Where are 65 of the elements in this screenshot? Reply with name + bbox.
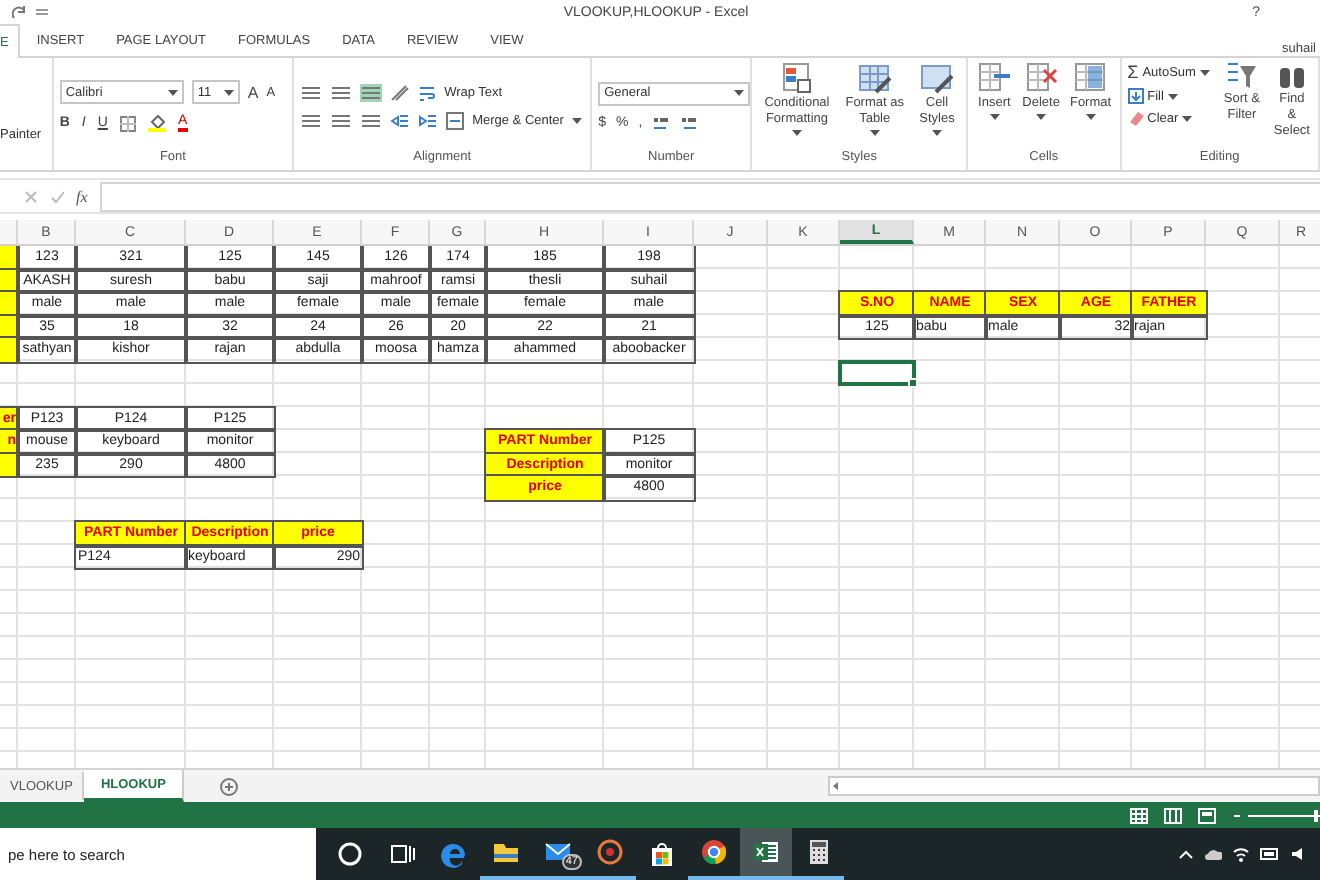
decrease-indent-icon[interactable] — [390, 111, 411, 129]
insert-cells-icon — [976, 62, 1013, 94]
redo-icon[interactable] — [12, 5, 28, 19]
caret-icon — [791, 130, 802, 136]
conditional-format-icon — [778, 62, 815, 94]
wifi-icon[interactable] — [1232, 846, 1250, 862]
middle-align-icon[interactable] — [330, 83, 353, 101]
table-format-icon — [856, 62, 893, 94]
merge-center-icon[interactable] — [446, 111, 465, 129]
caret-icon — [989, 114, 1000, 120]
chevron-up-icon[interactable] — [1178, 848, 1194, 860]
folder-icon[interactable] — [492, 838, 520, 866]
shopping-bag-icon[interactable] — [648, 840, 676, 868]
cloud-icon[interactable] — [1204, 847, 1222, 861]
autosum-icon: Σ — [1127, 62, 1139, 82]
align-center-icon[interactable] — [330, 111, 353, 129]
top-align-icon[interactable] — [300, 83, 323, 101]
cell-styles-icon — [918, 62, 955, 94]
add-sheet-icon[interactable] — [219, 777, 238, 795]
caret-icon — [1167, 93, 1178, 99]
caret-icon — [167, 89, 178, 95]
edge-browser-icon[interactable] — [440, 840, 468, 868]
insert-function-button[interactable]: fx — [76, 187, 88, 205]
delete-cells-icon — [1023, 62, 1060, 94]
task-view-icon[interactable] — [388, 840, 416, 868]
fill-down-icon[interactable] — [1127, 88, 1144, 104]
spreadsheet-app-icon[interactable] — [752, 838, 780, 866]
caret-icon — [1182, 115, 1193, 121]
zoom-slider-icon[interactable] — [1232, 807, 1320, 823]
formula-input[interactable] — [99, 181, 1320, 211]
scroll-left-icon[interactable] — [830, 780, 842, 792]
music-disc-icon[interactable] — [596, 838, 624, 866]
customize-toolbar-icon[interactable] — [36, 6, 48, 18]
borders-icon[interactable] — [119, 115, 136, 131]
horizontal-scrollbar[interactable] — [828, 776, 1320, 796]
fill-color-icon[interactable] — [147, 114, 166, 132]
increase-indent-icon[interactable] — [418, 111, 439, 129]
eraser-icon[interactable] — [1127, 110, 1144, 126]
battery-icon[interactable] — [1260, 848, 1280, 860]
decrease-decimal-icon[interactable] — [680, 115, 699, 131]
chrome-browser-icon[interactable] — [700, 838, 728, 866]
normal-view-icon[interactable] — [1130, 807, 1148, 823]
active-cell[interactable] — [840, 361, 914, 384]
page-break-view-icon[interactable] — [1198, 807, 1216, 823]
caret-icon — [734, 90, 745, 96]
caret-icon — [1036, 114, 1047, 120]
sort-filter-icon[interactable] — [1225, 62, 1258, 90]
caret-icon — [1199, 69, 1210, 75]
caret-icon — [223, 89, 234, 95]
increase-decimal-icon[interactable] — [652, 115, 671, 131]
orientation-icon[interactable] — [390, 83, 411, 101]
page-layout-view-icon[interactable] — [1164, 807, 1182, 823]
wrap-text-icon[interactable] — [418, 83, 437, 101]
calculator-icon[interactable] — [804, 838, 832, 866]
grow-font-button[interactable]: A — [247, 83, 259, 101]
align-right-icon[interactable] — [360, 111, 383, 129]
cortana-circle-icon[interactable] — [336, 840, 364, 868]
format-cells-icon — [1072, 62, 1109, 94]
caret-icon — [931, 130, 942, 136]
align-left-icon[interactable] — [300, 111, 323, 129]
speaker-icon[interactable] — [1290, 846, 1308, 862]
caret-icon — [869, 130, 880, 136]
caret-icon — [571, 117, 582, 123]
caret-icon — [1085, 114, 1096, 120]
bottom-align-icon[interactable] — [360, 83, 383, 101]
